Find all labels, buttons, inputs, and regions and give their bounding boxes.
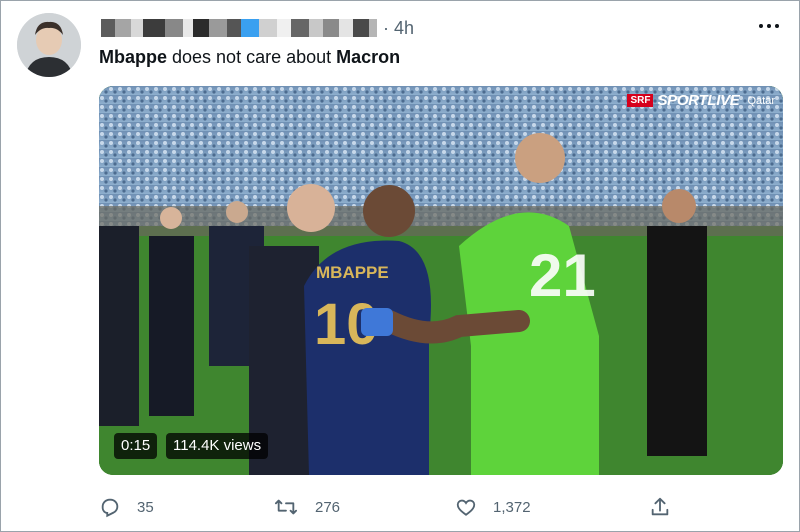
censored-author-name (101, 19, 377, 37)
author-avatar[interactable] (17, 13, 81, 77)
more-options-icon[interactable] (759, 21, 785, 31)
jersey-name-mbappe: MBAPPE (316, 263, 389, 282)
jersey-number-keeper: 21 (529, 242, 596, 309)
tweet-timestamp[interactable]: · 4h (383, 18, 414, 39)
retweet-icon (274, 499, 297, 515)
like-button[interactable]: 1,372 (455, 494, 531, 520)
mention-mbappe: Mbappe (99, 47, 168, 67)
broadcaster-watermark: SRF SPORTLIVE Qatar (627, 92, 775, 109)
tweet-text-middle: does not care about (167, 47, 337, 67)
srf-badge: SRF (627, 94, 654, 107)
video-player[interactable]: MBAPPE 10 21 SRF SPORTLIVE Qatar (99, 86, 783, 475)
like-icon (456, 499, 476, 516)
mention-macron: Macron (336, 47, 401, 67)
video-views: 114.4K views (166, 433, 269, 459)
video-duration: 0:15 (114, 433, 158, 459)
retweet-button[interactable]: 276 (273, 494, 340, 520)
video-frame: MBAPPE 10 21 (99, 86, 783, 475)
share-icon (651, 497, 669, 516)
share-button[interactable] (649, 494, 671, 520)
tweet-actions: 35 276 1,372 (99, 494, 679, 520)
sportlive-logo: SPORTLIVE (657, 92, 740, 109)
reply-icon (101, 498, 119, 518)
tweet-card[interactable]: · 4h Mbappe does not care about Macron M… (0, 0, 800, 532)
author-handle-row[interactable]: · 4h (101, 16, 414, 40)
retweet-count: 276 (315, 498, 341, 516)
like-count: 1,372 (493, 498, 531, 516)
tweet-text: Mbappe does not care about Macron (99, 45, 400, 69)
reply-button[interactable]: 35 (99, 494, 154, 520)
qatar-logo: Qatar (747, 94, 775, 107)
reply-count: 35 (137, 498, 154, 516)
